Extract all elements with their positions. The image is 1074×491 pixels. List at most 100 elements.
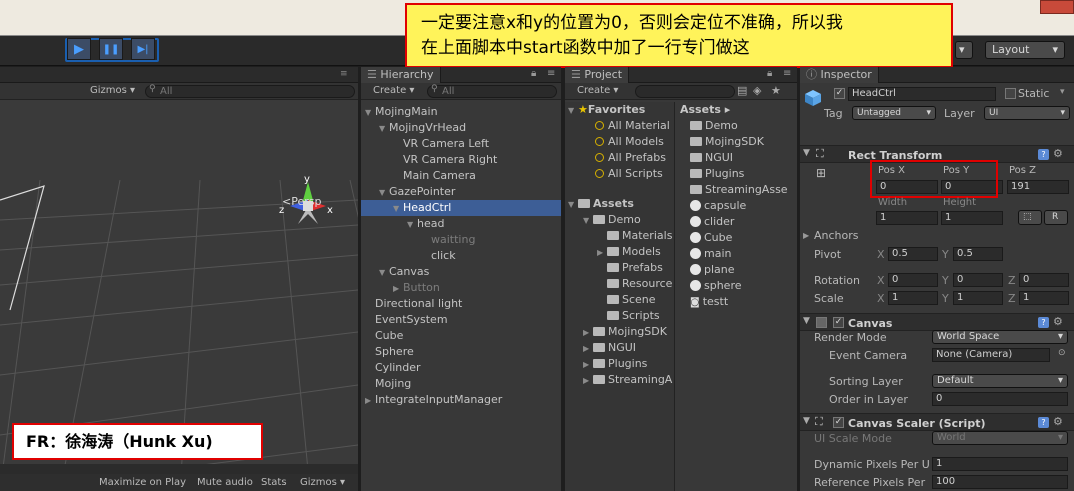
assets-tree-header[interactable]: ▼ Assets (565, 196, 674, 212)
assets-tree-item[interactable]: Scene (565, 292, 674, 308)
mute-audio-toggle[interactable]: Mute audio (197, 477, 253, 488)
tab-project[interactable]: ☰ Project (565, 67, 630, 83)
layer-dropdown[interactable]: UI ▾ (984, 106, 1070, 120)
foldout-arrow-icon[interactable]: ▶ (365, 393, 375, 409)
chevron-down-icon[interactable]: ▾ (1060, 87, 1065, 97)
gizmos-dropdown[interactable]: Gizmos ▾ (90, 85, 135, 96)
assets-tree-item[interactable]: Resource (565, 276, 674, 292)
favorite-item[interactable]: All Scripts (565, 166, 674, 182)
scale-x-field[interactable]: 1 (888, 291, 938, 305)
foldout-arrow-icon[interactable]: ▶ (597, 245, 607, 261)
assets-tree-item[interactable]: Materials (565, 228, 674, 244)
hierarchy-search-input[interactable]: All (427, 85, 557, 98)
scale-z-field[interactable]: 1 (1019, 291, 1069, 305)
foldout-arrow-icon[interactable]: ▼ (407, 217, 417, 233)
asset-item[interactable]: Demo (676, 118, 797, 134)
assets-tree-item[interactable]: ▶ Models (565, 244, 674, 260)
tab-inspector[interactable]: ⓘ Inspector (800, 67, 879, 83)
asset-item[interactable]: Plugins (676, 166, 797, 182)
hierarchy-item[interactable]: Cylinder (361, 360, 561, 376)
play-button[interactable]: ▶ (67, 38, 91, 60)
filter-type-icon[interactable]: ▤ (737, 84, 747, 97)
hierarchy-item[interactable]: ▼ HeadCtrl (361, 200, 561, 216)
layers-dropdown[interactable]: ▾ (955, 41, 973, 59)
help-icon[interactable]: ? (1038, 317, 1049, 328)
asset-item[interactable]: NGUI (676, 150, 797, 166)
hierarchy-item[interactable]: ▼ head (361, 216, 561, 232)
gear-icon[interactable]: ⚙ (1053, 147, 1063, 160)
static-checkbox[interactable] (1005, 88, 1016, 99)
menu-icon[interactable]: ≡ (340, 69, 348, 79)
rotation-z-field[interactable]: 0 (1019, 273, 1069, 287)
hierarchy-item[interactable]: ▼ GazePointer (361, 184, 561, 200)
asset-item[interactable]: Cube (676, 230, 797, 246)
posz-field[interactable]: 191 (1007, 180, 1069, 194)
assets-tree-item[interactable]: ▼ Demo (565, 212, 674, 228)
anchor-preset-icon[interactable]: ⊞ (816, 166, 826, 180)
gear-icon[interactable]: ⚙ (1053, 415, 1063, 428)
project-search-input[interactable] (635, 85, 735, 98)
project-create-dropdown[interactable]: Create ▾ (577, 85, 618, 96)
width-field[interactable]: 1 (876, 211, 938, 225)
stats-toggle[interactable]: Stats (261, 477, 287, 488)
render-mode-dropdown[interactable]: World Space ▾ (932, 330, 1068, 344)
pivot-x-field[interactable]: 0.5 (888, 247, 938, 261)
hierarchy-item[interactable]: VR Camera Left (361, 136, 561, 152)
hierarchy-item[interactable]: Main Camera (361, 168, 561, 184)
asset-item[interactable]: capsule (676, 198, 797, 214)
help-icon[interactable]: ? (1038, 149, 1049, 160)
assets-tree-item[interactable]: ▶ NGUI (565, 340, 674, 356)
canvas-enabled-checkbox[interactable]: ✓ (833, 317, 844, 328)
canvas-component-header[interactable]: ▼ ✓ Canvas ? ⚙ (800, 313, 1074, 331)
tag-dropdown[interactable]: Untagged ▾ (852, 106, 936, 120)
help-icon[interactable]: ? (1038, 417, 1049, 428)
hierarchy-item[interactable]: ▼ MojingMain (361, 104, 561, 120)
active-checkbox[interactable]: ✓ (834, 88, 845, 99)
favorite-item[interactable]: All Material (565, 118, 674, 134)
rotation-y-field[interactable]: 0 (953, 273, 1003, 287)
layout-dropdown[interactable]: Layout ▾ (985, 41, 1065, 59)
hierarchy-item[interactable]: ▶ Button (361, 280, 561, 296)
foldout-arrow-icon[interactable]: ▶ (803, 231, 809, 240)
lock-icon[interactable]: 🔒︎ (531, 68, 536, 79)
assets-tree-item[interactable]: Scripts (565, 308, 674, 324)
game-gizmos-dropdown[interactable]: Gizmos ▾ (300, 477, 345, 488)
dynamic-pixels-field[interactable]: 1 (932, 457, 1068, 471)
lock-icon[interactable]: 🔒︎ (767, 68, 772, 79)
rotation-x-field[interactable]: 0 (888, 273, 938, 287)
assets-tree-item[interactable]: ▶ Plugins (565, 356, 674, 372)
hierarchy-item[interactable]: Cube (361, 328, 561, 344)
menu-icon[interactable]: ≡ (547, 68, 555, 79)
asset-item[interactable]: ◙ testt (676, 294, 797, 310)
raw-edit-button[interactable]: R (1044, 210, 1068, 225)
hierarchy-item[interactable]: ▶ IntegrateInputManager (361, 392, 561, 408)
pivot-y-field[interactable]: 0.5 (953, 247, 1003, 261)
hierarchy-item[interactable]: Directional light (361, 296, 561, 312)
hierarchy-item[interactable]: click (361, 248, 561, 264)
pause-button[interactable]: ❚❚ (99, 38, 123, 60)
scaler-enabled-checkbox[interactable]: ✓ (833, 417, 844, 428)
sorting-layer-dropdown[interactable]: Default ▾ (932, 374, 1068, 388)
foldout-arrow-icon[interactable]: ▶ (583, 341, 593, 357)
scale-y-field[interactable]: 1 (953, 291, 1003, 305)
assets-tree-item[interactable]: Prefabs (565, 260, 674, 276)
maximize-on-play-toggle[interactable]: Maximize on Play (99, 477, 186, 488)
hierarchy-item[interactable]: waitting (361, 232, 561, 248)
asset-item[interactable]: clider (676, 214, 797, 230)
foldout-arrow-icon[interactable]: ▶ (583, 357, 593, 373)
hierarchy-item[interactable]: Mojing (361, 376, 561, 392)
event-camera-field[interactable]: None (Camera) (932, 348, 1050, 362)
favorite-star-icon[interactable]: ★ (771, 84, 781, 97)
hierarchy-create-dropdown[interactable]: Create ▾ (373, 85, 414, 96)
foldout-arrow-icon[interactable]: ▼ (365, 105, 375, 121)
menu-icon[interactable]: ≡ (783, 68, 791, 79)
close-window-button[interactable] (1040, 0, 1074, 14)
order-in-layer-field[interactable]: 0 (932, 392, 1068, 406)
canvas-scaler-header[interactable]: ▼ ⛶ ✓ Canvas Scaler (Script) ? ⚙ (800, 413, 1074, 431)
foldout-arrow-icon[interactable]: ▶ (583, 325, 593, 341)
asset-item[interactable]: StreamingAsse (676, 182, 797, 198)
favorites-header[interactable]: ▼ ★Favorites (565, 102, 674, 118)
object-name-field[interactable]: HeadCtrl (848, 87, 996, 101)
hierarchy-item[interactable]: Sphere (361, 344, 561, 360)
asset-item[interactable]: plane (676, 262, 797, 278)
